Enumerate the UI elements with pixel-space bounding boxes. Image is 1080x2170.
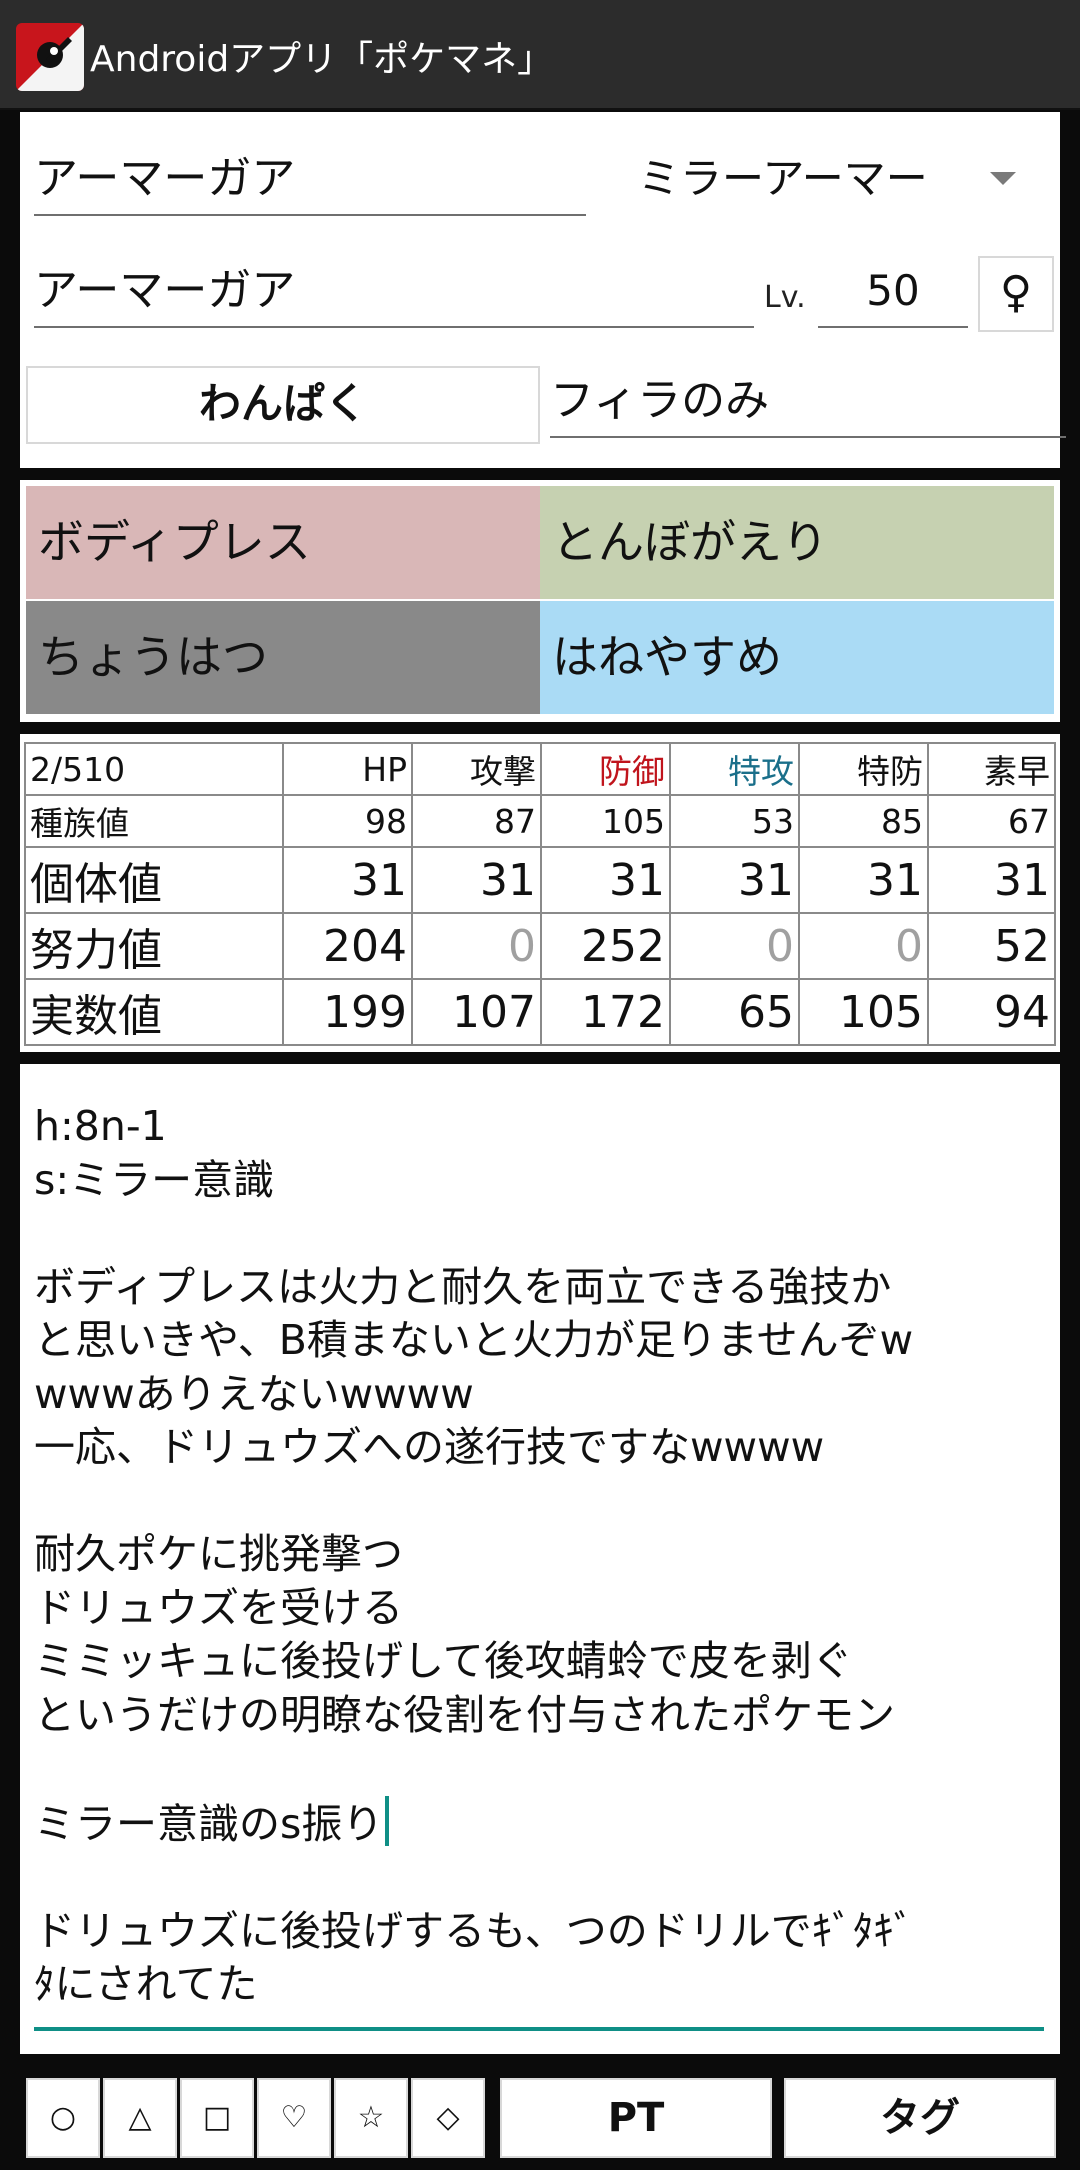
iv-input[interactable]: 31 [411,846,542,914]
base-stat-cell: 105 [540,794,671,848]
iv-input[interactable]: 31 [798,846,929,914]
memo-text: h:8n-1 s:ミラー意識 ボディプレスは火力と耐久を両立できる強技か と思い… [34,1102,914,1848]
stat-header-speed: 素早 [927,742,1056,796]
ev-total: 2/510 [24,742,284,796]
ability-select[interactable]: ミラーアーマー [614,144,1044,214]
ev-input[interactable]: 252 [540,912,671,980]
actual-stat-cell: 65 [669,978,800,1046]
stats-header-row: 2/510 HP 攻撃 防御 特攻 特防 素早 [24,742,1056,796]
ev-input[interactable]: 52 [927,912,1056,980]
ev-input[interactable]: 0 [411,912,542,980]
level-label: Lv. [764,280,806,315]
memo-textarea[interactable]: h:8n-1 s:ミラー意識 ボディプレスは火力と耐久を両立できる強技か と思い… [34,1100,1044,2012]
symbol-button-star[interactable]: ☆ [334,2078,408,2158]
nature-button[interactable]: わんぱく [26,366,540,444]
nickname-field[interactable]: アーマーガア [34,256,754,328]
base-stat-cell: 98 [282,794,413,848]
move-slot-4[interactable]: はねやすめ [540,601,1054,714]
iv-input[interactable]: 31 [669,846,800,914]
symbol-button-square[interactable]: □ [180,2078,254,2158]
symbol-button-triangle[interactable]: △ [103,2078,177,2158]
memo-text-after-cursor: ドリュウズに後投げするも、つのドリルでｷﾞﾀｷﾞ ﾀにされてた [34,1906,915,2009]
actual-stat-cell: 105 [798,978,929,1046]
stats-table: 2/510 HP 攻撃 防御 特攻 特防 素早 種族値 98 87 105 53… [24,742,1056,1046]
chevron-down-icon[interactable] [990,172,1016,185]
symbol-button-heart[interactable]: ♡ [257,2078,331,2158]
iv-input[interactable]: 31 [540,846,671,914]
iv-input[interactable]: 31 [282,846,413,914]
iv-row: 個体値 31 31 31 31 31 31 [24,846,1056,914]
ev-input[interactable]: 0 [798,912,929,980]
memo-underline [34,2027,1044,2031]
actual-stat-cell: 107 [411,978,542,1046]
row-label: 個体値 [24,846,284,914]
moves-panel: ボディプレス とんぼがえり ちょうはつ はねやすめ [20,480,1060,722]
base-stat-cell: 87 [411,794,542,848]
text-cursor [385,1795,390,1846]
ev-input[interactable]: 204 [282,912,413,980]
title-bar: Androidアプリ「ポケマネ」 [0,0,1080,110]
pt-button[interactable]: PT [500,2078,772,2158]
tag-button[interactable]: タグ [784,2078,1056,2158]
gender-toggle-button[interactable]: ♀ [978,256,1054,332]
move-slot-3[interactable]: ちょうはつ [26,601,540,714]
ev-input[interactable]: 0 [669,912,800,980]
move-slot-1[interactable]: ボディプレス [26,486,540,599]
actual-stat-cell: 94 [927,978,1056,1046]
stat-header-defense: 防御 [540,742,671,796]
stat-header-sp-attack: 特攻 [669,742,800,796]
actual-stats-row: 実数値 199 107 172 65 105 94 [24,978,1056,1046]
base-stat-cell: 85 [798,794,929,848]
held-item-field[interactable]: フィラのみ [550,366,1066,438]
actual-stat-cell: 199 [282,978,413,1046]
stat-header-hp: HP [282,742,413,796]
stat-header-sp-defense: 特防 [798,742,929,796]
base-stat-cell: 53 [669,794,800,848]
row-label: 種族値 [24,794,284,848]
row-label: 努力値 [24,912,284,980]
actual-stat-cell: 172 [540,978,671,1046]
ev-row: 努力値 204 0 252 0 0 52 [24,912,1056,980]
level-field[interactable]: 50 [818,256,968,328]
base-stat-cell: 67 [927,794,1056,848]
symbol-button-circle[interactable]: ○ [26,2078,100,2158]
pokemon-info-panel: アーマーガア ミラーアーマー アーマーガア Lv. 50 ♀ わんぱく フィラの… [20,112,1066,468]
app-title: Androidアプリ「ポケマネ」 [90,39,554,80]
iv-input[interactable]: 31 [927,846,1056,914]
ability-value: ミラーアーマー [638,154,928,203]
base-stats-row: 種族値 98 87 105 53 85 67 [24,794,1056,848]
species-field[interactable]: アーマーガア [34,144,586,216]
stat-header-attack: 攻撃 [411,742,542,796]
app-logo-icon [16,23,84,91]
row-label: 実数値 [24,978,284,1046]
symbol-button-diamond[interactable]: ◇ [411,2078,485,2158]
move-slot-2[interactable]: とんぼがえり [540,486,1054,599]
